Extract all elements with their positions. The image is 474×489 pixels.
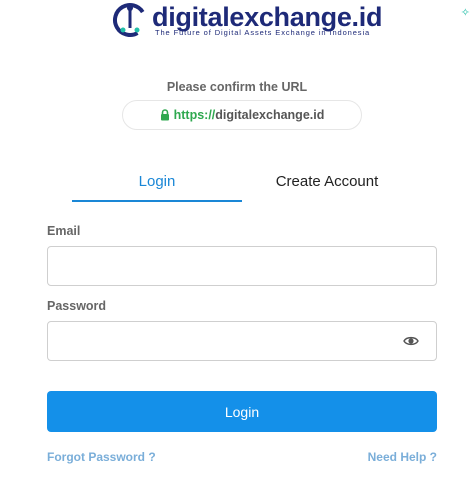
password-field[interactable]: [47, 321, 437, 361]
url-host: digitalexchange.id: [215, 108, 325, 122]
tab-login[interactable]: Login: [72, 160, 242, 202]
email-field[interactable]: [47, 246, 437, 286]
email-label: Email: [47, 224, 81, 238]
lock-icon: [160, 109, 169, 121]
tab-create-account[interactable]: Create Account: [242, 160, 412, 202]
eye-icon[interactable]: [403, 333, 419, 349]
url-confirm-label: Please confirm the URL: [166, 80, 308, 94]
logo-mark-icon: [113, 3, 148, 37]
brand-tagline: The Future of Digital Assets Exchange in…: [155, 28, 371, 37]
brand-logo: digitalexchange.id The Future of Digital…: [110, 0, 382, 42]
password-label: Password: [47, 299, 107, 313]
auth-tabs: Login Create Account: [72, 160, 402, 202]
corner-sparkle-icon: ✧: [460, 7, 470, 19]
need-help-link[interactable]: Need Help ?: [368, 450, 437, 464]
url-scheme: https://: [173, 108, 216, 122]
login-button[interactable]: Login: [47, 391, 437, 432]
forgot-password-link[interactable]: Forgot Password ?: [47, 450, 156, 464]
url-pill: https:// digitalexchange.id: [122, 100, 362, 130]
